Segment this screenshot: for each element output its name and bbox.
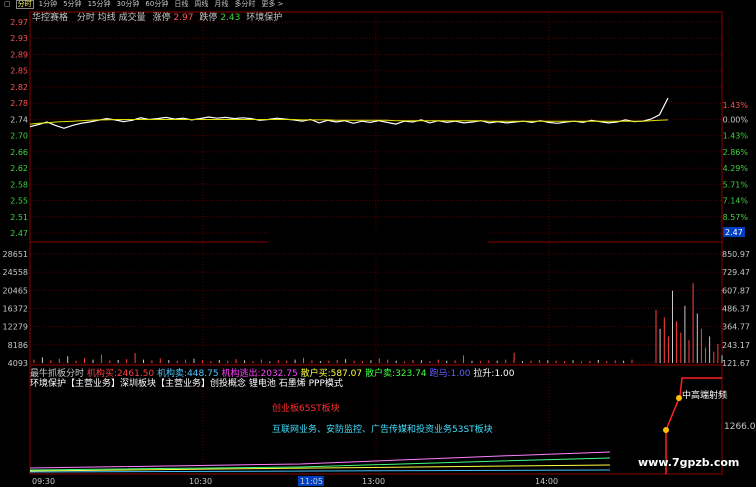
overlay-box bbox=[268, 231, 488, 256]
price-axis-label: 2.51 bbox=[10, 213, 28, 222]
price-axis-label: 2.82 bbox=[10, 83, 28, 92]
tab-multi-fenshi[interactable]: 多分时 bbox=[233, 0, 256, 9]
percent-axis-label: 7.14% bbox=[723, 197, 749, 206]
time-axis-label: 09:30 bbox=[32, 477, 55, 486]
price-axis-label: 2.55 bbox=[10, 197, 28, 206]
volume-axis-label: 16372 bbox=[3, 305, 28, 314]
volume-right-label: 486.37 bbox=[722, 305, 750, 314]
volume-right-label: 850.97 bbox=[722, 250, 750, 259]
board-tag-2: 互联网业务、安防监控、广告传媒和投资业务53ST板块 bbox=[272, 425, 493, 435]
label-junxian: 均线 bbox=[97, 13, 116, 23]
price-axis-label: 2.74 bbox=[10, 115, 28, 124]
volume-right-label: 364.77 bbox=[722, 323, 750, 332]
volume-axis-label: 8186 bbox=[8, 341, 28, 350]
zhangting-value: 2.97 bbox=[173, 13, 194, 23]
lasheng-value: 1.00 bbox=[494, 369, 515, 379]
marker-label: 中高端射频 bbox=[682, 391, 728, 401]
tab-15min[interactable]: 15分钟 bbox=[87, 0, 112, 9]
current-price-label: 2.47 bbox=[725, 228, 743, 237]
chart-canvas: 2.97 2.93 2.89 2.85 2.82 2.78 2.74 2.70 2.66 2.62… bbox=[3, 11, 750, 486]
percent-axis-label: 5.71% bbox=[723, 180, 749, 189]
volume-right-label: 607.87 bbox=[722, 286, 750, 295]
blue-label: 跑马: bbox=[429, 369, 451, 379]
tab-more[interactable]: 更多 > bbox=[260, 0, 284, 9]
period-toolbar: ▢ 分时 1分钟 5分钟 15分钟 30分钟 60分钟 日线 周线 月线 多分时… bbox=[0, 0, 756, 9]
percent-axis-label: 0.00% bbox=[723, 115, 749, 124]
volume-axis-label: 20465 bbox=[3, 286, 28, 295]
watermark: www.7gpzb.com bbox=[638, 456, 740, 469]
volume-axis-label: 4093 bbox=[8, 359, 28, 368]
tab-1min[interactable]: 1分钟 bbox=[38, 0, 58, 9]
volume-axis-label: 12279 bbox=[3, 323, 28, 332]
price-axis-label: 2.58 bbox=[10, 180, 28, 189]
tab-week[interactable]: 周线 bbox=[193, 0, 209, 9]
percent-axis-label: 4.29% bbox=[723, 164, 749, 173]
tab-fenshi[interactable]: 分时 bbox=[15, 0, 34, 9]
price-axis-label: 2.70 bbox=[10, 132, 28, 141]
stock-name: 华控赛格 bbox=[32, 13, 69, 23]
label-fenshi: 分时 bbox=[76, 13, 95, 23]
time-axis-label: 10:30 bbox=[189, 477, 212, 486]
volume-right-label: 121.67 bbox=[722, 359, 750, 368]
price-axis-label: 2.62 bbox=[10, 164, 28, 173]
label-dieting: 跌停 bbox=[199, 13, 218, 23]
tab-5min[interactable]: 5分钟 bbox=[62, 0, 82, 9]
percent-axis-label: 2.86% bbox=[723, 148, 749, 157]
tab-60min[interactable]: 60分钟 bbox=[144, 0, 169, 9]
label-zhangting: 涨停 bbox=[152, 13, 171, 23]
tab-30min[interactable]: 30分钟 bbox=[115, 0, 140, 9]
window-icon[interactable]: ▢ bbox=[3, 0, 12, 9]
blue-value: 1.00 bbox=[450, 369, 471, 379]
lasheng-label: 拉升: bbox=[473, 369, 495, 379]
volume-right-label: 243.17 bbox=[722, 341, 750, 350]
price-axis-label: 2.93 bbox=[10, 34, 28, 43]
volume-right-label: 729.47 bbox=[722, 268, 750, 277]
tab-day[interactable]: 日线 bbox=[173, 0, 189, 9]
label-volume: 成交量 bbox=[118, 13, 146, 23]
time-axis-label: 14:00 bbox=[535, 477, 558, 486]
dieting-value: 2.43 bbox=[220, 13, 241, 23]
stock-tag: 环境保护 bbox=[246, 13, 283, 23]
volume-axis-label: 28651 bbox=[3, 250, 28, 259]
price-axis-label: 2.66 bbox=[10, 148, 28, 157]
price-axis-label: 2.89 bbox=[10, 50, 28, 59]
percent-axis-label: 1.43% bbox=[723, 132, 749, 141]
board-tag-1: 创业板65ST板块 bbox=[272, 404, 340, 414]
sanhu-sell-value: 323.74 bbox=[395, 369, 427, 379]
time-axis-label: 13:00 bbox=[362, 477, 385, 486]
sanhu-sell-label: 散户卖: bbox=[365, 369, 396, 379]
price-axis-label: 2.78 bbox=[10, 99, 28, 108]
marker-dot bbox=[663, 427, 669, 433]
concept-line: 环境保护【主营业务】深圳板块【主营业务】创投概念 锂电池 石墨烯 PPP模式 bbox=[30, 379, 343, 389]
price-line bbox=[29, 97, 669, 129]
tab-month[interactable]: 月线 bbox=[213, 0, 229, 9]
indicator-right-value: 1266.0 bbox=[724, 422, 756, 432]
price-axis-label: 2.47 bbox=[10, 229, 28, 238]
percent-axis-label: 1.43% bbox=[723, 101, 749, 110]
price-axis-label: 2.85 bbox=[10, 67, 28, 76]
volume-axis-label: 24558 bbox=[3, 268, 28, 277]
time-axis-label: 11:05 bbox=[300, 477, 323, 486]
stock-header: 华控赛格 分时 均线 成交量 涨停 2.97 跌停 2.43 环境保护 bbox=[32, 10, 282, 23]
price-axis-label: 2.97 bbox=[10, 18, 28, 27]
percent-axis-label: 8.57% bbox=[723, 213, 749, 222]
